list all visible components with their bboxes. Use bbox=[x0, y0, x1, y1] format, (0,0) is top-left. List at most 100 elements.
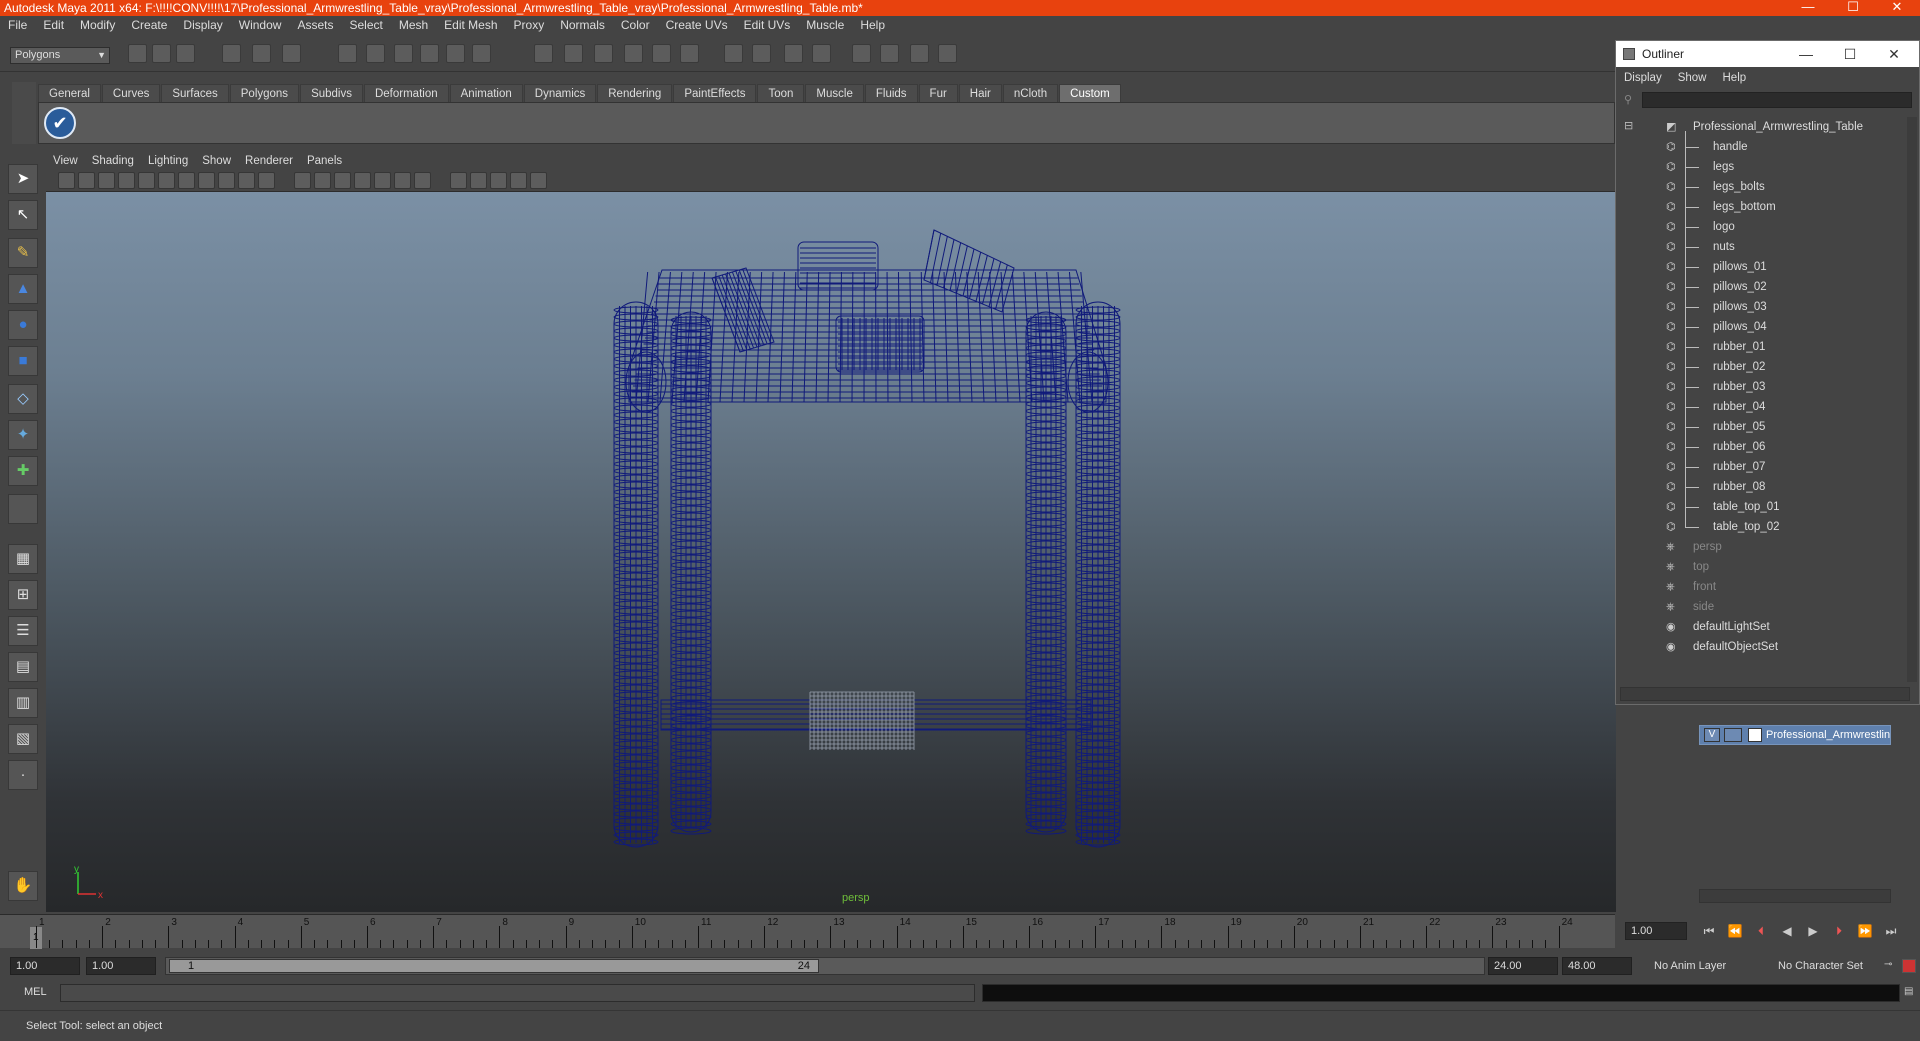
menu-color[interactable]: Color bbox=[613, 18, 658, 32]
range-slider[interactable]: 1 24 bbox=[165, 957, 1485, 975]
perspective-viewport[interactable]: y x persp bbox=[46, 192, 1616, 912]
start-time-field[interactable]: 1.00 bbox=[10, 957, 80, 975]
auto-key-icon[interactable] bbox=[1902, 959, 1916, 973]
footrest-mesh[interactable] bbox=[809, 691, 915, 750]
playback-start-field[interactable]: 1.00 bbox=[86, 957, 156, 975]
paint-select-tool-icon[interactable]: ✎ bbox=[8, 238, 38, 268]
menu-edit-mesh[interactable]: Edit Mesh bbox=[436, 18, 505, 32]
shelf-tab-muscle[interactable]: Muscle bbox=[805, 84, 864, 102]
outliner-minimize-button[interactable]: — bbox=[1786, 41, 1826, 67]
status-tool-19-icon[interactable] bbox=[724, 44, 743, 63]
last-tool-icon[interactable] bbox=[8, 494, 38, 524]
menu-proxy[interactable]: Proxy bbox=[506, 18, 553, 32]
wireframe-mesh[interactable] bbox=[613, 229, 1121, 848]
two-d-pan-icon[interactable] bbox=[138, 172, 155, 189]
hypershade-icon[interactable] bbox=[624, 44, 643, 63]
menu-assets[interactable]: Assets bbox=[289, 18, 341, 32]
shelf-tab-general[interactable]: General bbox=[38, 84, 101, 102]
go-to-end-icon[interactable]: ⏭ bbox=[1882, 923, 1900, 939]
snap-point-icon[interactable] bbox=[394, 44, 413, 63]
outliner-item[interactable]: ⌬ rubber_05 bbox=[1622, 417, 1907, 437]
shelf-tab-animation[interactable]: Animation bbox=[449, 84, 523, 102]
camera-attributes-icon[interactable] bbox=[78, 172, 95, 189]
range-slider-handle[interactable]: 1 24 bbox=[169, 959, 819, 973]
outliner-item[interactable]: ⌬ pillows_03 bbox=[1622, 297, 1907, 317]
menu-create[interactable]: Create bbox=[123, 18, 175, 32]
select-object-icon[interactable] bbox=[252, 44, 271, 63]
outliner-set-item[interactable]: ◉ defaultLightSet bbox=[1622, 617, 1907, 637]
isolate-select-icon[interactable] bbox=[490, 172, 507, 189]
highlight-icon[interactable] bbox=[510, 172, 527, 189]
menu-select[interactable]: Select bbox=[341, 18, 390, 32]
smooth-shade-icon[interactable] bbox=[334, 172, 351, 189]
status-tool-21-icon[interactable] bbox=[784, 44, 803, 63]
shelf-tab-hair[interactable]: Hair bbox=[958, 84, 1002, 102]
layer-type-toggle[interactable] bbox=[1724, 728, 1742, 742]
lights-icon[interactable] bbox=[414, 172, 431, 189]
wireframe-model[interactable] bbox=[46, 192, 1616, 912]
select-hierarchy-icon[interactable] bbox=[222, 44, 241, 63]
film-gate-icon[interactable] bbox=[178, 172, 195, 189]
open-scene-icon[interactable] bbox=[152, 44, 171, 63]
hand-icon[interactable]: ✋ bbox=[8, 871, 38, 901]
layer-color-icon[interactable] bbox=[1748, 728, 1762, 742]
hypershade-layout-icon[interactable]: ▥ bbox=[8, 688, 38, 718]
xray-icon[interactable] bbox=[470, 172, 487, 189]
outliner-item[interactable]: ⌬ legs_bolts bbox=[1622, 177, 1907, 197]
panel-menu-show[interactable]: Show bbox=[195, 155, 238, 167]
shelf-tab-fur[interactable]: Fur bbox=[918, 84, 958, 102]
flat-shade-icon[interactable] bbox=[354, 172, 371, 189]
outliner-item[interactable]: ⌬ rubber_07 bbox=[1622, 457, 1907, 477]
scale-tool-icon[interactable]: ■ bbox=[8, 346, 38, 376]
render-frame-icon[interactable] bbox=[534, 44, 553, 63]
menu-normals[interactable]: Normals bbox=[552, 18, 613, 32]
outliner-item[interactable]: ⌬ rubber_01 bbox=[1622, 337, 1907, 357]
layer-row[interactable]: V Professional_Armwrestling bbox=[1699, 725, 1891, 745]
status-tool-23-icon[interactable] bbox=[852, 44, 871, 63]
command-input[interactable] bbox=[60, 984, 975, 1002]
symmetry-icon[interactable] bbox=[530, 172, 547, 189]
shelf-tab-subdivs[interactable]: Subdivs bbox=[300, 84, 363, 102]
show-manipulator-icon[interactable]: ✚ bbox=[8, 456, 38, 486]
menu-modify[interactable]: Modify bbox=[72, 18, 123, 32]
time-slider[interactable]: 1 12345678910111213141516171819202122232… bbox=[0, 914, 1615, 949]
outliner-item[interactable]: ⌬ rubber_06 bbox=[1622, 437, 1907, 457]
shelf-tab-ncloth[interactable]: nCloth bbox=[1002, 84, 1059, 102]
panel-menu-view[interactable]: View bbox=[46, 155, 85, 167]
menu-set-selector[interactable]: Polygons ▼ bbox=[10, 47, 110, 64]
menu-edit-uvs[interactable]: Edit UVs bbox=[736, 18, 799, 32]
resolution-gate-icon[interactable] bbox=[198, 172, 215, 189]
single-perspective-layout-icon[interactable]: ▦ bbox=[8, 544, 38, 574]
select-component-icon[interactable] bbox=[282, 44, 301, 63]
render-settings-icon[interactable] bbox=[594, 44, 613, 63]
status-tool-24-icon[interactable] bbox=[880, 44, 899, 63]
outliner-item[interactable]: ⌬ legs bbox=[1622, 157, 1907, 177]
soft-modification-icon[interactable]: ✦ bbox=[8, 420, 38, 450]
menu-help[interactable]: Help bbox=[852, 18, 893, 32]
shelf-tab-toon[interactable]: Toon bbox=[757, 84, 805, 102]
status-tool-26-icon[interactable] bbox=[938, 44, 957, 63]
snap-grid-icon[interactable] bbox=[338, 44, 357, 63]
outliner-item[interactable]: ⌬ nuts bbox=[1622, 237, 1907, 257]
shelf-tab-custom[interactable]: Custom bbox=[1059, 84, 1121, 102]
wireframe-icon[interactable] bbox=[314, 172, 331, 189]
outliner-camera-item[interactable]: ⎈ side bbox=[1622, 597, 1907, 617]
shelf-menu-handle[interactable] bbox=[12, 82, 36, 144]
menu-mesh[interactable]: Mesh bbox=[391, 18, 436, 32]
step-back-icon[interactable]: ⏪ bbox=[1726, 923, 1744, 939]
outliner-root-item[interactable]: ◩ Professional_Armwrestling_Table bbox=[1622, 117, 1907, 137]
custom-layout-icon[interactable]: ▧ bbox=[8, 724, 38, 754]
go-to-start-icon[interactable]: ⏮ bbox=[1700, 923, 1718, 939]
outliner-item[interactable]: ⌬ legs_bottom bbox=[1622, 197, 1907, 217]
outliner-item[interactable]: ⌬ rubber_04 bbox=[1622, 397, 1907, 417]
menu-file[interactable]: File bbox=[0, 18, 35, 32]
command-language-label[interactable]: MEL bbox=[24, 986, 47, 998]
outliner-menu-display[interactable]: Display bbox=[1616, 72, 1670, 84]
grid-icon[interactable] bbox=[158, 172, 175, 189]
status-tool-22-icon[interactable] bbox=[812, 44, 831, 63]
layer-visibility-toggle[interactable]: V bbox=[1704, 728, 1720, 742]
outliner-vertical-scrollbar[interactable] bbox=[1907, 117, 1917, 682]
panel-menu-shading[interactable]: Shading bbox=[85, 155, 141, 167]
outliner-item[interactable]: ⌬ logo bbox=[1622, 217, 1907, 237]
safe-action-icon[interactable] bbox=[258, 172, 275, 189]
